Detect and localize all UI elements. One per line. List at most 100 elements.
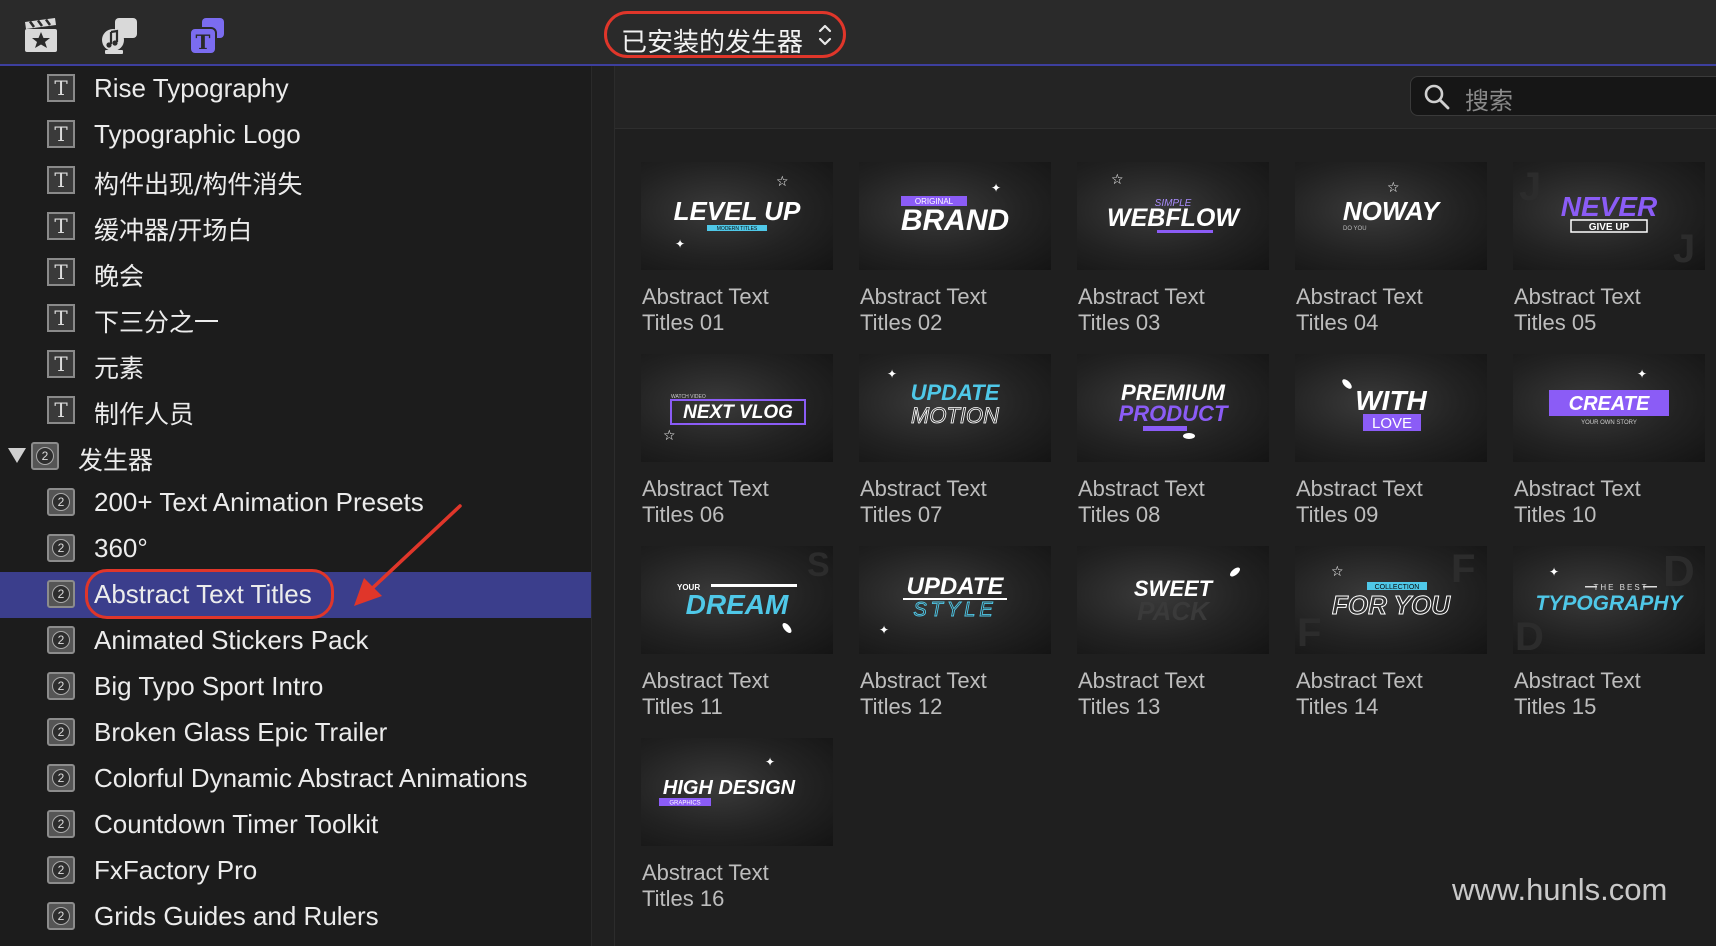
popup-label: 已安装的发生器: [621, 28, 804, 58]
generator-icon: 2: [47, 488, 75, 516]
sidebar: T Rise Typography T Typographic Logo T 构…: [0, 66, 591, 946]
sidebar-item-title[interactable]: T 晚会: [0, 250, 591, 296]
svg-text:☆: ☆: [1111, 171, 1124, 187]
sidebar-item-title[interactable]: T 元素: [0, 342, 591, 388]
title-icon: T: [47, 212, 75, 240]
tile-caption: Abstract Text Titles 06: [642, 476, 769, 527]
svg-text:D: D: [1515, 615, 1544, 654]
sidebar-item-generator[interactable]: 2 Countdown Timer Toolkit: [0, 802, 591, 848]
tile-caption: Abstract Text Titles 07: [860, 476, 987, 527]
title-icon: T: [47, 166, 75, 194]
generator-thumbnail: UPDATE MOTION ✦: [859, 354, 1051, 462]
svg-text:☆: ☆: [1387, 179, 1400, 195]
sidebar-item-label: 360°: [94, 533, 148, 563]
sidebar-item-label: Typographic Logo: [94, 119, 301, 149]
search-input[interactable]: 搜索: [1410, 76, 1716, 116]
tile-caption: Abstract Text Titles 13: [1078, 668, 1205, 719]
tile-caption: Abstract Text Titles 16: [642, 860, 769, 911]
sidebar-item-generator[interactable]: 2 Big Typo Sport Intro: [0, 664, 591, 710]
thumbnail-title: WITH: [1355, 385, 1427, 416]
sidebar-item-label: 缓冲器/开场白: [94, 216, 253, 245]
tile-caption: Abstract Text Titles 01: [642, 284, 769, 335]
disclosure-triangle-icon[interactable]: [8, 448, 26, 463]
sidebar-item-title[interactable]: T Rise Typography: [0, 66, 591, 112]
sidebar-splitter[interactable]: [591, 66, 615, 946]
tile-caption: Abstract Text Titles 14: [1296, 668, 1423, 719]
generator-thumbnail: WATCH VIDEO NEXT VLOG ☆: [641, 354, 833, 462]
titles-generators-icon[interactable]: T: [188, 16, 228, 56]
svg-text:✦: ✦: [887, 367, 897, 381]
svg-text:☆: ☆: [776, 173, 789, 189]
sidebar-item-title[interactable]: T Typographic Logo: [0, 112, 591, 158]
tile-caption: Abstract Text Titles 04: [1296, 284, 1423, 335]
generator-thumbnail: F F COLLECTION FOR YOU ☆: [1295, 546, 1487, 654]
toolbar: T 已安装的发生器: [0, 0, 1716, 64]
sidebar-item-label: Big Typo Sport Intro: [94, 671, 324, 701]
search-divider: [615, 128, 1716, 129]
generator-thumbnail: SWEET PACK: [1077, 546, 1269, 654]
sidebar-item-generator[interactable]: 2 Grids Guides and Rulers: [0, 894, 591, 940]
generator-icon: 2: [47, 764, 75, 792]
tile-caption: Abstract Text Titles 05: [1514, 284, 1641, 335]
sidebar-item-label: 晚会: [94, 262, 145, 291]
title-icon: T: [47, 258, 75, 286]
sidebar-item-generator[interactable]: 2 Colorful Dynamic Abstract Animations: [0, 756, 591, 802]
svg-text:☆: ☆: [1331, 563, 1344, 579]
thumbnail-subtitle: LOVE: [1372, 415, 1412, 432]
thumbnail-title: NOWAY: [1343, 196, 1442, 226]
thumbnail-subtitle: DO YOU: [1343, 226, 1367, 232]
tile-caption: Abstract Text Titles 09: [1296, 476, 1423, 527]
tile-caption: Abstract Text Titles 08: [1078, 476, 1205, 527]
thumbnail-title: UPDATE: [907, 573, 1005, 600]
sidebar-item-title[interactable]: T 构件出现/构件消失: [0, 158, 591, 204]
tile-caption: Abstract Text Titles 11: [642, 668, 769, 719]
generator-thumbnail: D D THE BEST TYPOGRAPHY ✦: [1513, 546, 1705, 654]
sidebar-item-label: 制作人员: [94, 400, 195, 429]
sidebar-item-abstract-text-titles[interactable]: 2 Abstract Text Titles: [0, 569, 591, 619]
generator-icon: 2: [47, 534, 75, 562]
svg-text:✦: ✦: [1549, 565, 1559, 579]
svg-text:☆: ☆: [663, 427, 676, 443]
thumbnail-subtitle: GIVE UP: [1589, 222, 1630, 233]
generator-icon: 2: [47, 718, 75, 746]
generator-icon: 2: [47, 902, 75, 930]
sidebar-item-generator[interactable]: 2 Broken Glass Epic Trailer: [0, 710, 591, 756]
svg-text:J: J: [1673, 227, 1695, 270]
sidebar-item-title[interactable]: T 缓冲器/开场白: [0, 204, 591, 250]
svg-text:✦: ✦: [991, 181, 1001, 195]
thumbnail-subtitle: MOTION: [911, 403, 999, 428]
search-placeholder: 搜索: [1465, 87, 1513, 115]
generator-thumbnail: S YOUR DREAM: [641, 546, 833, 654]
generator-icon: 2: [47, 810, 75, 838]
sidebar-item-generator[interactable]: 2 360°: [0, 526, 591, 572]
title-icon: T: [47, 350, 75, 378]
generator-thumbnail: SIMPLE WEBFLOW ☆: [1077, 162, 1269, 270]
sidebar-item-label: Colorful Dynamic Abstract Animations: [94, 763, 528, 793]
title-icon: T: [47, 396, 75, 424]
sidebar-item-generator[interactable]: 2 Animated Stickers Pack: [0, 618, 591, 664]
sidebar-group-label: 发生器: [78, 446, 154, 475]
sidebar-item-label: 元素: [94, 354, 145, 383]
tile-caption: Abstract Text Titles 12: [860, 668, 987, 719]
tile-caption: Abstract Text Titles 10: [1514, 476, 1641, 527]
sidebar-item-title[interactable]: T 下三分之一: [0, 296, 591, 342]
thumbnail-title: UPDATE: [911, 380, 1001, 405]
sidebar-item-generator[interactable]: 2 200+ Text Animation Presets: [0, 480, 591, 526]
thumbnail-title: NEVER: [1561, 191, 1658, 222]
sidebar-item-title[interactable]: T 制作人员: [0, 388, 591, 434]
sidebar-item-label: Countdown Timer Toolkit: [94, 809, 379, 839]
sidebar-group-generators[interactable]: 2 发生器: [0, 434, 591, 480]
sidebar-item-generator[interactable]: 2 FxFactory Pro: [0, 848, 591, 894]
clapper-star-icon[interactable]: [21, 16, 61, 56]
generator-thumbnail: HIGH DESIGN GRAPHICS ✦: [641, 738, 833, 846]
thumbnail-subtitle: MODERN TITLES: [717, 226, 758, 232]
music-camera-icon[interactable]: [101, 16, 141, 56]
generators-popup-menu[interactable]: 已安装的发生器: [604, 11, 846, 58]
thumbnail-title: CREATE: [1569, 393, 1650, 415]
thumbnail-title: FOR YOU: [1332, 590, 1451, 620]
svg-text:✦: ✦: [765, 755, 775, 769]
svg-text:F: F: [1451, 547, 1475, 591]
tile-caption: Abstract Text Titles 02: [860, 284, 987, 335]
sidebar-item-label: FxFactory Pro: [94, 855, 258, 885]
annotation-highlight-ring: [85, 569, 334, 619]
